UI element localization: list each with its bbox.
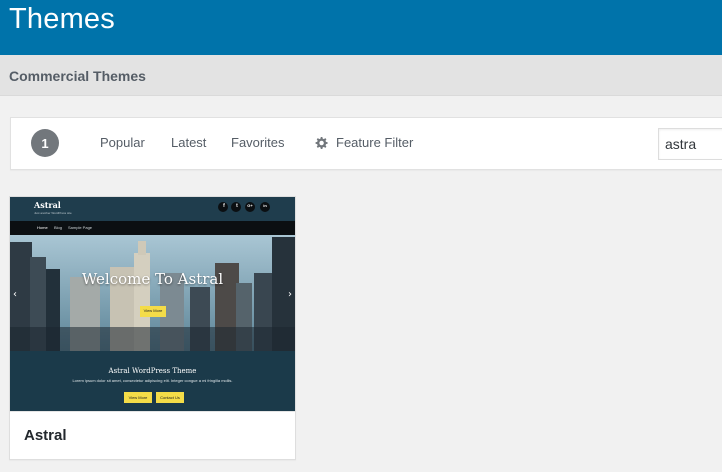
svg-text:›: ›: [288, 289, 292, 300]
filter-latest[interactable]: Latest: [171, 135, 206, 150]
preview-twitter-icon: t: [236, 203, 238, 209]
preview-hero-button: View More: [143, 308, 163, 313]
theme-filter-bar: 1 Popular Latest Favorites Feature Filte…: [10, 117, 722, 170]
preview-tagline: Just another WordPress site: [34, 211, 72, 215]
preview-nav-sample-page: Sample Page: [68, 225, 93, 230]
preview-facebook-icon: f: [223, 203, 225, 209]
theme-count-badge: 1: [31, 129, 59, 157]
preview-site-name: Astral: [34, 200, 61, 210]
page-title: Themes: [9, 3, 115, 35]
theme-name: Astral: [24, 427, 67, 444]
preview-linkedin-icon: in: [263, 203, 267, 208]
theme-card[interactable]: ‹ › Astral Just another WordPress site f…: [9, 196, 296, 460]
preview-nav-home: Home: [37, 225, 48, 230]
preview-button-view-more: View More: [128, 395, 148, 400]
preview-google-icon: G+: [247, 203, 253, 208]
preview-section-text: Lorem ipsum dolor sit amet, consectetur …: [72, 378, 233, 383]
theme-search-input[interactable]: [658, 128, 722, 160]
feature-filter-link[interactable]: Feature Filter: [336, 135, 413, 150]
filter-favorites[interactable]: Favorites: [231, 135, 284, 150]
section-header: Commercial Themes: [0, 55, 722, 96]
section-title: Commercial Themes: [9, 68, 146, 84]
filter-popular[interactable]: Popular: [100, 135, 145, 150]
preview-button-contact: Contact Us: [160, 395, 180, 400]
preview-nav-blog: Blog: [54, 225, 63, 230]
page-header: Themes: [0, 0, 722, 55]
svg-text:‹: ‹: [13, 289, 17, 300]
theme-screenshot[interactable]: ‹ › Astral Just another WordPress site f…: [10, 197, 295, 411]
theme-name-bar[interactable]: Astral: [10, 411, 295, 459]
preview-hero-title: Welcome To Astral: [81, 270, 224, 288]
gear-icon[interactable]: [315, 136, 329, 150]
preview-section-title: Astral WordPress Theme: [108, 367, 197, 375]
